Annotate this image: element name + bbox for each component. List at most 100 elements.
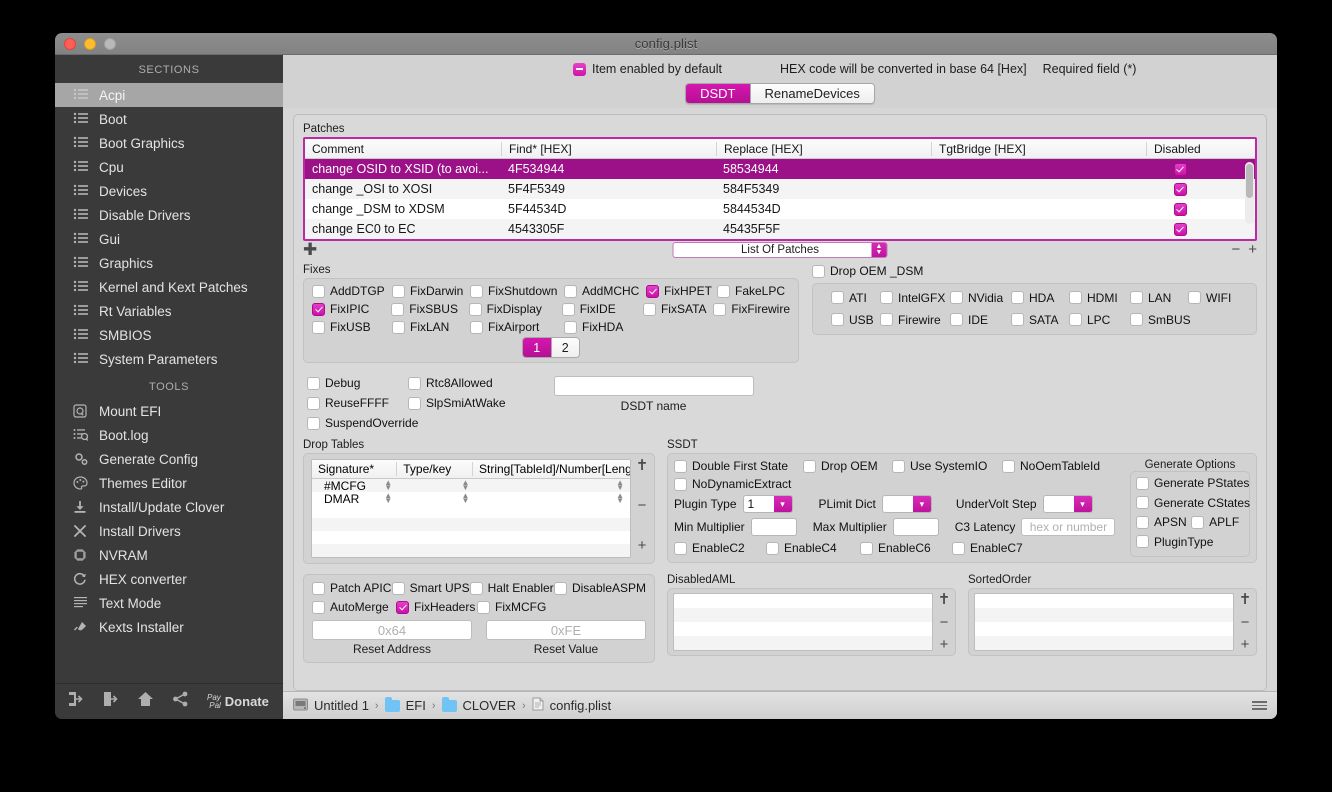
- sidebar-item-gui[interactable]: Gui: [55, 227, 283, 251]
- checkbox-fixusb[interactable]: FixUSB: [312, 320, 392, 334]
- checkbox-fixide[interactable]: FixIDE: [561, 302, 643, 316]
- table-row[interactable]: #MCFG ▲ ▼ ▲ ▼ ▲ ▼: [312, 478, 630, 493]
- checkbox-box[interactable]: [561, 302, 575, 316]
- checkbox-box[interactable]: [307, 396, 320, 410]
- sidebar-item-smbios[interactable]: SMBIOS: [55, 323, 283, 347]
- sidebar-item-kernel-and-kext-patches[interactable]: Kernel and Kext Patches: [55, 275, 283, 299]
- checkbox-fixhda[interactable]: FixHDA: [564, 320, 623, 334]
- breadcrumb-item-efi[interactable]: EFI: [406, 698, 426, 713]
- breadcrumb-item-config-plist[interactable]: config.plist: [550, 698, 611, 713]
- import-icon[interactable]: [67, 691, 84, 712]
- checkbox-drop-oem-dsm[interactable]: Drop OEM _DSM: [812, 264, 923, 278]
- list-item[interactable]: [975, 608, 1233, 622]
- list-item[interactable]: [674, 622, 932, 636]
- checkbox-usb[interactable]: USB: [831, 313, 880, 327]
- stepper-icon[interactable]: ▲ ▼: [378, 491, 392, 504]
- stepper-icon[interactable]: ▲ ▼: [456, 491, 470, 504]
- checkbox-fixipic[interactable]: FixIPIC: [312, 302, 391, 316]
- checkbox-box[interactable]: [477, 600, 490, 614]
- checkbox-box[interactable]: [880, 291, 893, 304]
- disabled-checkbox[interactable]: [1173, 162, 1187, 176]
- fixes-page-1[interactable]: 1: [523, 338, 551, 357]
- checkbox-wifi[interactable]: WIFI: [1188, 291, 1231, 305]
- sidebar-item-nvram[interactable]: NVRAM: [55, 543, 283, 567]
- reset-value-input[interactable]: 0xFE: [486, 620, 646, 640]
- checkbox-nodynamicextract[interactable]: NoDynamicExtract: [674, 477, 791, 491]
- cell-disabled[interactable]: [1146, 222, 1214, 236]
- stepper-icon[interactable]: ▲ ▼: [610, 478, 624, 491]
- table-row-empty[interactable]: [312, 518, 630, 531]
- breadcrumb-item-clover[interactable]: CLOVER: [463, 698, 516, 713]
- checkbox-smbus[interactable]: SmBUS: [1130, 313, 1191, 327]
- sorted-order-list[interactable]: [974, 593, 1234, 651]
- checkbox-lpc[interactable]: LPC: [1069, 313, 1130, 327]
- sidebar-item-boot-log[interactable]: Boot.log: [55, 423, 283, 447]
- checkbox-fixdisplay[interactable]: FixDisplay: [468, 302, 562, 316]
- checkbox-box[interactable]: [408, 396, 421, 410]
- table-row[interactable]: change _OSI to XOSI 5F4F5349 584F5349: [305, 179, 1255, 199]
- checkbox-fixlan[interactable]: FixLAN: [392, 320, 470, 334]
- chevron-down-icon[interactable]: ▾: [773, 496, 792, 512]
- checkbox-fixairport[interactable]: FixAirport: [470, 320, 564, 334]
- checkbox-box[interactable]: [831, 291, 844, 304]
- checkbox-box[interactable]: [312, 284, 325, 298]
- checkbox-box[interactable]: [408, 376, 421, 390]
- checkbox-fixsata[interactable]: FixSATA: [642, 302, 713, 316]
- checkbox-box[interactable]: [860, 541, 873, 555]
- checkbox-box[interactable]: [391, 302, 405, 316]
- add-row-icon[interactable]: +: [940, 637, 949, 652]
- drop-tables-table[interactable]: Signature* Type/key String[TableId]/Numb…: [311, 459, 631, 558]
- checkbox-enablec6[interactable]: EnableC6: [860, 541, 952, 555]
- checkbox-box[interactable]: [892, 459, 905, 473]
- sidebar-item-boot-graphics[interactable]: Boot Graphics: [55, 131, 283, 155]
- checkbox-nvidia[interactable]: NVidia: [950, 291, 1011, 305]
- checkbox-box[interactable]: [674, 459, 687, 473]
- list-item[interactable]: [975, 636, 1233, 650]
- stepper-icon[interactable]: ▲ ▼: [610, 491, 624, 504]
- checkbox-box[interactable]: [713, 302, 727, 316]
- checkbox-box[interactable]: [1188, 291, 1201, 304]
- sidebar-item-acpi[interactable]: Acpi: [55, 83, 283, 107]
- checkbox-box[interactable]: [392, 320, 405, 334]
- export-icon[interactable]: [102, 691, 119, 712]
- stepper-icon[interactable]: ▲ ▼: [378, 478, 392, 491]
- sidebar-item-hex-converter[interactable]: HEX converter: [55, 567, 283, 591]
- sidebar-item-system-parameters[interactable]: System Parameters: [55, 347, 283, 371]
- checkbox-firewire[interactable]: Firewire: [880, 313, 950, 327]
- checkbox-box[interactable]: [642, 302, 656, 316]
- remove-row-icon[interactable]: −: [638, 498, 647, 513]
- checkbox-smart-ups[interactable]: Smart UPS: [391, 581, 470, 595]
- list-item[interactable]: [674, 594, 932, 608]
- list-of-patches-select[interactable]: List Of Patches ▲ ▼: [672, 242, 888, 258]
- checkbox-drop-oem[interactable]: Drop OEM: [803, 459, 892, 473]
- add-row-icon[interactable]: +: [1241, 637, 1250, 652]
- sidebar-item-boot[interactable]: Boot: [55, 107, 283, 131]
- checkbox-box[interactable]: [564, 284, 577, 298]
- sidebar-item-themes-editor[interactable]: Themes Editor: [55, 471, 283, 495]
- table-row-empty[interactable]: [312, 505, 630, 518]
- checkbox-rtc8allowed[interactable]: Rtc8Allowed: [408, 376, 493, 390]
- disabled-checkbox[interactable]: [1173, 222, 1187, 236]
- disabled-checkbox[interactable]: [1173, 182, 1187, 196]
- checkbox-nooemtableid[interactable]: NoOemTableId: [1002, 459, 1100, 473]
- table-row[interactable]: change EC0 to EC 4543305F 45435F5F: [305, 219, 1255, 239]
- checkbox-sata[interactable]: SATA: [1011, 313, 1069, 327]
- checkbox-hdmi[interactable]: HDMI: [1069, 291, 1130, 305]
- checkbox-box[interactable]: [717, 284, 730, 298]
- checkbox-box[interactable]: [812, 264, 825, 278]
- cell-disabled[interactable]: [1146, 162, 1214, 176]
- tab-renamedevices[interactable]: RenameDevices: [749, 84, 874, 103]
- checkbox-fixdarwin[interactable]: FixDarwin: [392, 284, 470, 298]
- sidebar-item-rt-variables[interactable]: Rt Variables: [55, 299, 283, 323]
- sidebar-item-kexts-installer[interactable]: Kexts Installer: [55, 615, 283, 639]
- checkbox-fixshutdown[interactable]: FixShutdown: [470, 284, 564, 298]
- remove-patch-icon[interactable]: −: [1231, 242, 1240, 257]
- checkbox-box[interactable]: [950, 313, 963, 326]
- checkbox-fakelpc[interactable]: FakeLPC: [717, 284, 785, 298]
- checkbox-box[interactable]: [950, 291, 963, 304]
- home-icon[interactable]: [137, 691, 154, 712]
- checkbox-box[interactable]: [1130, 313, 1143, 326]
- add-patch-icon[interactable]: ✚: [303, 241, 317, 258]
- table-row[interactable]: DMAR ▲ ▼ ▲ ▼ ▲ ▼: [312, 491, 630, 506]
- checkbox-reuseffff[interactable]: ReuseFFFF: [307, 396, 408, 410]
